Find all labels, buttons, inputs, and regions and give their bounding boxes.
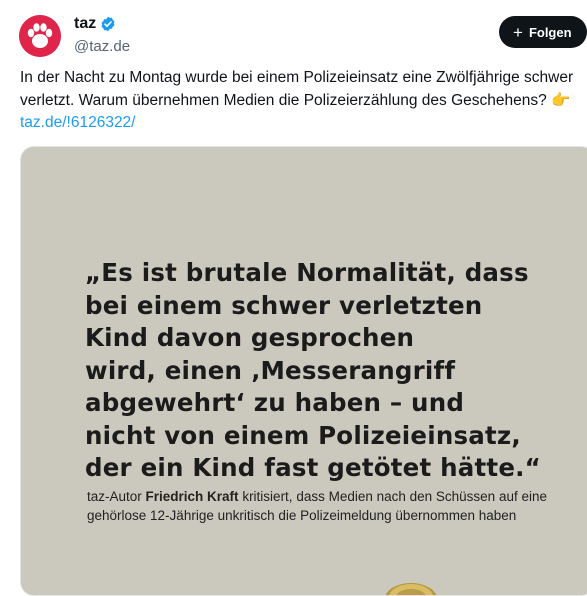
caption-prefix: taz-Autor (87, 489, 146, 504)
tweet-text: In der Nacht zu Montag wurde bei einem P… (20, 67, 580, 135)
follow-label: Folgen (528, 24, 572, 40)
plus-icon: + (513, 22, 523, 42)
pointing-hand-emoji: 👉 (551, 91, 571, 109)
quote-line: „Es ist brutale Normalität, dass (85, 258, 529, 287)
name-row: taz (74, 14, 116, 34)
caption: taz-Autor Friedrich Kraft kritisiert, da… (87, 487, 547, 525)
quote-line: bei einem schwer verletzten (85, 290, 483, 320)
tweet-header: taz @taz.de + Folgen (0, 0, 587, 70)
quote-line: nicht von einem Polizeieinsatz, (85, 420, 521, 450)
quote-text: „Es ist brutale Normalität, dass bei ein… (85, 257, 565, 485)
tweet-body: In der Nacht zu Montag wurde bei einem P… (20, 69, 574, 109)
quote-line: abgewehrt‘ zu haben – und (85, 388, 465, 417)
tweet-link[interactable]: taz.de/!6126322/ (20, 114, 136, 131)
handle[interactable]: @taz.de (74, 37, 130, 57)
follow-button[interactable]: + Folgen (499, 16, 587, 48)
paw-logo-icon (19, 15, 61, 57)
caption-author: Friedrich Kraft (145, 489, 239, 504)
verified-badge-icon (100, 16, 116, 32)
quote-line: wird, einen ‚Messerangriff (85, 355, 456, 385)
quote-line: der ein Kind fast getötet hätte.“ (85, 453, 541, 482)
avatar[interactable] (19, 15, 61, 57)
display-name[interactable]: taz (74, 14, 96, 34)
media-image[interactable]: „Es ist brutale Normalität, dass bei ein… (20, 146, 587, 596)
quote-line: Kind davon gesprochen (85, 323, 415, 352)
